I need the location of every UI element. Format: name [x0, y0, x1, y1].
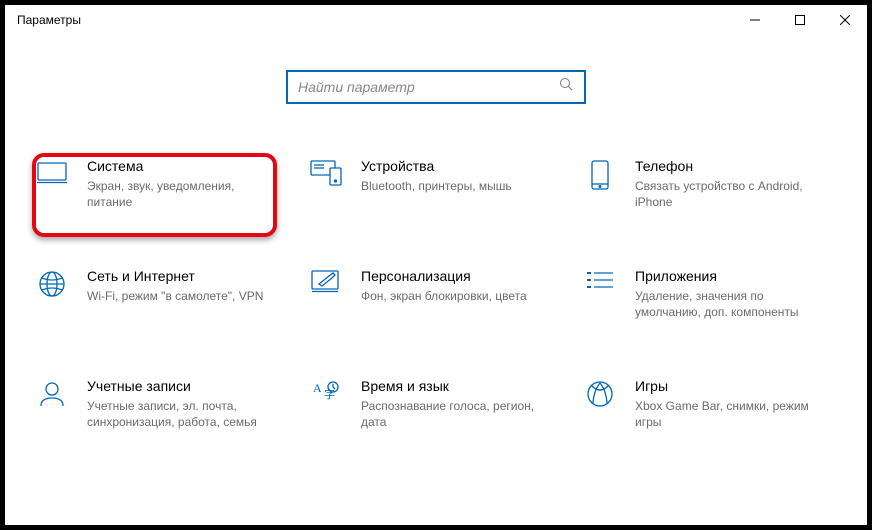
search-box[interactable]	[286, 70, 586, 104]
search-icon	[559, 77, 574, 97]
tile-network[interactable]: Сеть и Интернет Wi-Fi, режим "в самолете…	[35, 264, 289, 324]
tile-gaming[interactable]: Игры Xbox Game Bar, снимки, режим игры	[583, 374, 837, 434]
window-title: Параметры	[17, 13, 81, 27]
tile-desc: Связать устройство с Android, iPhone	[635, 178, 815, 210]
svg-text:字: 字	[324, 387, 335, 401]
tile-desc: Wi-Fi, режим "в самолете", VPN	[87, 288, 267, 304]
tile-accounts[interactable]: Учетные записи Учетные записи, эл. почта…	[35, 374, 289, 434]
titlebar: Параметры	[5, 5, 867, 35]
tile-desc: Экран, звук, уведомления, питание	[87, 178, 267, 210]
tile-desc: Фон, экран блокировки, цвета	[361, 288, 541, 304]
settings-window: Параметры Система	[5, 5, 867, 525]
tile-title: Система	[87, 158, 289, 175]
search-input[interactable]	[298, 79, 559, 95]
settings-grid: Система Экран, звук, уведомления, питани…	[5, 104, 867, 455]
maximize-button[interactable]	[777, 5, 822, 35]
tile-system[interactable]: Система Экран, звук, уведомления, питани…	[35, 154, 289, 214]
apps-icon	[583, 270, 617, 304]
tile-title: Телефон	[635, 158, 837, 175]
tile-title: Сеть и Интернет	[87, 268, 289, 285]
tile-devices[interactable]: Устройства Bluetooth, принтеры, мышь	[309, 154, 563, 214]
tile-apps[interactable]: Приложения Удаление, значения по умолчан…	[583, 264, 837, 324]
network-icon	[35, 270, 69, 304]
tile-desc: Xbox Game Bar, снимки, режим игры	[635, 398, 815, 430]
tile-phone[interactable]: Телефон Связать устройство с Android, iP…	[583, 154, 837, 214]
phone-icon	[583, 160, 617, 194]
personalization-icon	[309, 270, 343, 304]
tile-title: Игры	[635, 378, 837, 395]
svg-text:A: A	[313, 381, 322, 395]
accounts-icon	[35, 380, 69, 414]
tile-title: Устройства	[361, 158, 563, 175]
tile-desc: Учетные записи, эл. почта, синхронизация…	[87, 398, 267, 430]
time-language-icon: A字	[309, 380, 343, 414]
tile-desc: Bluetooth, принтеры, мышь	[361, 178, 541, 194]
search-container	[5, 70, 867, 104]
window-controls	[732, 5, 867, 35]
tile-title: Учетные записи	[87, 378, 289, 395]
minimize-button[interactable]	[732, 5, 777, 35]
tile-time-language[interactable]: A字 Время и язык Распознавание голоса, ре…	[309, 374, 563, 434]
system-icon	[35, 160, 69, 194]
tile-title: Приложения	[635, 268, 837, 285]
tile-desc: Удаление, значения по умолчанию, доп. ко…	[635, 288, 815, 320]
gaming-icon	[583, 380, 617, 414]
tile-title: Персонализация	[361, 268, 563, 285]
close-button[interactable]	[822, 5, 867, 35]
tile-title: Время и язык	[361, 378, 563, 395]
devices-icon	[309, 160, 343, 194]
tile-desc: Распознавание голоса, регион, дата	[361, 398, 541, 430]
tile-personalization[interactable]: Персонализация Фон, экран блокировки, цв…	[309, 264, 563, 324]
